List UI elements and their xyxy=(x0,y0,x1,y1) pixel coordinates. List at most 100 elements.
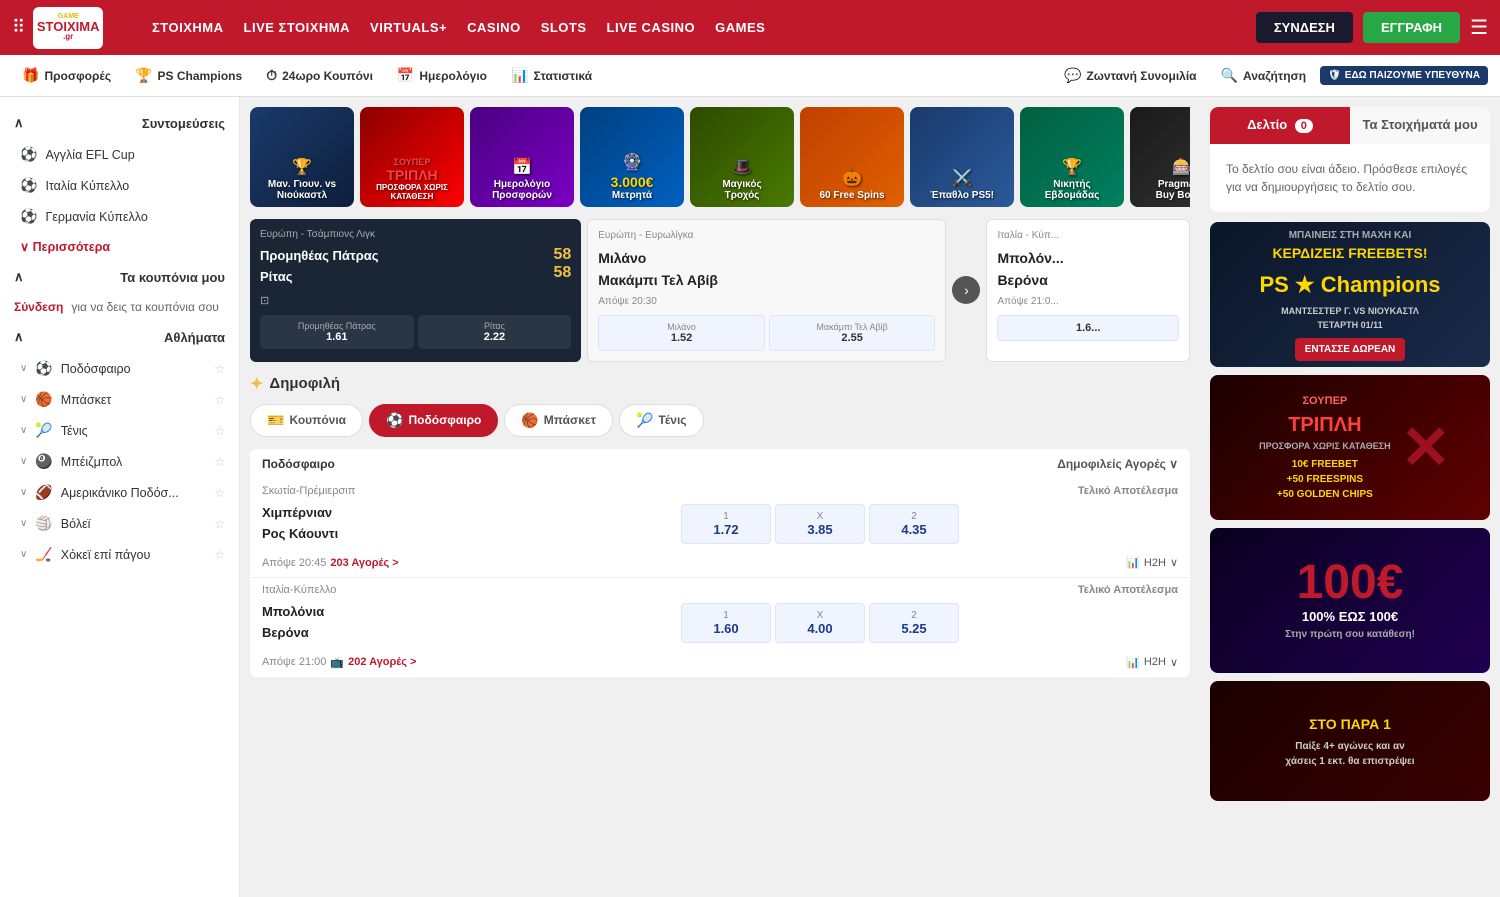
match-2-odd-1[interactable]: 1 1.60 xyxy=(681,603,771,643)
promo-card-magic[interactable]: 🎩 ΜαγικόςΤροχός xyxy=(690,107,794,207)
banner-ps-champions[interactable]: ΜΠΑΙΝΕΙΣ ΣΤΗ ΜΑΧΗ ΚΑΙ ΚΕΡΔΙΖΕΙΣ FREEBETS… xyxy=(1210,222,1490,367)
americanfb-star-icon[interactable]: ☆ xyxy=(214,486,225,500)
sidebar-item-hockey[interactable]: ∨ 🏒 Χόκεϊ επί πάγου ☆ xyxy=(0,539,239,570)
nav-live-casino[interactable]: LIVE CASINO xyxy=(607,20,696,35)
my-bets-label: Τα Στοιχήματά μου xyxy=(1362,117,1477,132)
banner-ps-text: ΜΠΑΙΝΕΙΣ ΣΤΗ ΜΑΧΗ ΚΑΙ ΚΕΡΔΙΖΕΙΣ FREEBETS… xyxy=(1249,222,1450,367)
banner-100-bonus[interactable]: 100€ 100% ΕΩΣ 100€ Στην πρώτη σου κατάθε… xyxy=(1210,528,1490,673)
champions-title: Μαν. Γιουν. vsΝιούκαστλ xyxy=(268,179,336,201)
winner-icon: 🏆 xyxy=(1062,157,1082,177)
trick-title: 60 Free Spins xyxy=(819,190,884,201)
betslip-tab-my-bets[interactable]: Τα Στοιχήματά μου xyxy=(1350,107,1490,144)
match-1-odd-2[interactable]: 2 4.35 xyxy=(869,504,959,544)
sidebar-more-shortcuts[interactable]: ∨ Περισσότερα xyxy=(0,232,239,261)
battles-title: Έπαθλο PS5! xyxy=(930,190,994,201)
site-logo[interactable]: GAME STOIXIMA .gr xyxy=(33,7,103,49)
betslip-tab-active[interactable]: Δελτίο 0 xyxy=(1210,107,1350,144)
football-section-title: Ποδόσφαιρο xyxy=(262,457,335,471)
hamburger-icon[interactable]: ☰ xyxy=(1470,15,1488,40)
volleyball-star-icon[interactable]: ☆ xyxy=(214,517,225,531)
match-1-odd-1[interactable]: 1 1.72 xyxy=(681,504,771,544)
live-indicator: ⊡ xyxy=(260,294,571,307)
sports-header[interactable]: ∧ Αθλήματα xyxy=(0,321,239,353)
sidebar-item-football[interactable]: ∨ ⚽ Ποδόσφαιρο ☆ xyxy=(0,353,239,384)
match-1-odd-x[interactable]: X 3.85 xyxy=(775,504,865,544)
promo-card-battles-inner: ⚔️ Έπαθλο PS5! xyxy=(910,107,1014,207)
odds-btn-milano[interactable]: Μιλάνο 1.52 xyxy=(598,315,765,351)
coupons-tab-label: Κουπόνια xyxy=(289,413,346,427)
match-2-odd-2[interactable]: 2 5.25 xyxy=(869,603,959,643)
match-2-markets-link[interactable]: 202 Αγορές > xyxy=(348,656,416,668)
sidebar-item-efl[interactable]: ⚽ Αγγλία EFL Cup xyxy=(0,139,239,170)
nav-live-stoixima[interactable]: LIVE ΣΤΟΙΧΗΜΑ xyxy=(244,20,351,35)
subnav-ps-champions[interactable]: 🏆 PS Champions xyxy=(125,55,252,97)
match-2-h2h[interactable]: 📊 H2H ∨ xyxy=(1126,656,1178,669)
sidebar-item-baseball[interactable]: ∨ 🎱 Μπέιζμπολ ☆ xyxy=(0,446,239,477)
banner-para1[interactable]: ΣΤΟ ΠΑΡΑ 1 Παίξε 4+ αγώνες και ανχάσεις … xyxy=(1210,681,1490,801)
sidebar-item-american-football[interactable]: ∨ 🏈 Αμερικάνικο Ποδόσ... ☆ xyxy=(0,477,239,508)
baseball-star-icon[interactable]: ☆ xyxy=(214,455,225,469)
odds-btn-bologna-3[interactable]: 1.6... xyxy=(997,315,1179,341)
tennis-star-icon[interactable]: ☆ xyxy=(214,424,225,438)
promo-card-pragmatic[interactable]: 🎰 PragmaticBuy Bonus xyxy=(1130,107,1190,207)
tab-football[interactable]: ⚽ Ποδόσφαιρο xyxy=(369,404,498,437)
subnav-calendar[interactable]: 📅 Ημερολόγιο xyxy=(387,55,497,97)
tab-basketball[interactable]: 🏀 Μπάσκετ xyxy=(504,404,613,437)
volleyball-label: Βόλεϊ xyxy=(61,517,91,531)
football-star-icon[interactable]: ☆ xyxy=(214,362,225,376)
sidebar-item-italy-cup[interactable]: ⚽ Ιταλία Κύπελλο xyxy=(0,170,239,201)
subnav-offers[interactable]: 🎁 Προσφορές xyxy=(12,55,121,97)
match-2-odd-x[interactable]: X 4.00 xyxy=(775,603,865,643)
promo-card-champions[interactable]: 🏆 Μαν. Γιουν. vsΝιούκαστλ xyxy=(250,107,354,207)
coupons-login-link[interactable]: Σύνδεση xyxy=(14,300,63,314)
odds-btn-prometeas[interactable]: Προμηθέας Πάτρας 1.61 xyxy=(260,315,414,349)
match-1-label-2: 2 xyxy=(874,511,954,522)
register-button[interactable]: ΕΓΓΡΑΦΗ xyxy=(1363,12,1460,43)
basketball-star-icon[interactable]: ☆ xyxy=(214,393,225,407)
match-1-h2h[interactable]: 📊 H2H ∨ xyxy=(1126,556,1178,569)
h2h-chevron-2: ∨ xyxy=(1170,656,1178,669)
login-button[interactable]: ΣΥΝΔΕΣΗ xyxy=(1256,12,1353,43)
nav-casino[interactable]: CASINO xyxy=(467,20,521,35)
nav-slots[interactable]: SLOTS xyxy=(541,20,587,35)
shortcuts-header[interactable]: ∧ Συντομεύσεις xyxy=(0,107,239,139)
popular-markets-dropdown[interactable]: Δημοφιλείς Αγορές ∨ xyxy=(1057,457,1178,471)
sidebar-item-germany-cup[interactable]: ⚽ Γερμανία Κύπελλο xyxy=(0,201,239,232)
promo-card-trick[interactable]: 🎃 60 Free Spins xyxy=(800,107,904,207)
live-card-3-league: Ιταλία - Κύπ... xyxy=(997,230,1179,241)
live-card-1-scores: 58 58 xyxy=(553,246,571,282)
banner-super-triple[interactable]: ΣΟΥΠΕΡ ΤΡΙΠΛΗ ΠΡΟΣΦΟΡΑ ΧΩΡΙΣ ΚΑΤΑΘΕΣΗ 10… xyxy=(1210,375,1490,520)
odds-btn-ritas[interactable]: Ρίτας 2.22 xyxy=(418,315,572,349)
match-2-right-info: 📊 H2H ∨ xyxy=(1126,656,1178,669)
tab-tennis[interactable]: 🎾 Τένις xyxy=(619,404,704,437)
subnav-24h-coupon[interactable]: ⏱ 24ωρο Κουπόνι xyxy=(256,55,383,97)
tab-coupons[interactable]: 🎫 Κουπόνια xyxy=(250,404,363,437)
subnav-calendar-label: Ημερολόγιο xyxy=(419,69,487,83)
promo-card-triple[interactable]: ΣΟΥΠΕΡ ΤΡΙΠΛΗ ΠΡΟΣΦΟΡΑ ΧΩΡΙΣ ΚΑΤΑΘΕΣΗ xyxy=(360,107,464,207)
odds-btn-maccabi[interactable]: Μακάμπι Τελ Αβίβ 2.55 xyxy=(769,315,936,351)
nav-stoixima[interactable]: ΣΤΟΙΧΗΜΑ xyxy=(152,20,224,35)
grid-icon[interactable]: ⠿ xyxy=(12,17,25,38)
sidebar-item-volleyball[interactable]: ∨ 🏐 Βόλεϊ ☆ xyxy=(0,508,239,539)
coupons-login-prompt: Σύνδεση για να δεις τα κουπόνια σου xyxy=(0,293,239,321)
banner-para1-sub: Παίξε 4+ αγώνες και ανχάσεις 1 εκτ. θα ε… xyxy=(1285,739,1414,769)
subnav-live-chat[interactable]: 💬 Ζωντανή Συνομιλία xyxy=(1054,55,1207,97)
promo-card-winner[interactable]: 🏆 ΝικητήςΕβδομάδας xyxy=(1020,107,1124,207)
chevron-down-americanfb: ∨ xyxy=(20,487,27,498)
chevron-down-shortcuts: ∨ xyxy=(20,240,33,254)
promo-card-calendar[interactable]: 📅 ΗμερολόγιοΠροσφορών xyxy=(470,107,574,207)
hockey-star-icon[interactable]: ☆ xyxy=(214,548,225,562)
banner-ps-cta[interactable]: ΕΝΤΑΣΣΕ ΔΩΡΕΑΝ xyxy=(1295,338,1406,361)
sidebar-item-basketball[interactable]: ∨ 🏀 Μπάσκετ ☆ xyxy=(0,384,239,415)
nav-games[interactable]: GAMES xyxy=(715,20,765,35)
subnav-search[interactable]: 🔍 Αναζήτηση xyxy=(1211,55,1317,97)
nav-virtuals[interactable]: VIRTUALS+ xyxy=(370,20,447,35)
subnav-stats[interactable]: 📊 Στατιστικά xyxy=(501,55,602,97)
betslip-panel: Δελτίο 0 Τα Στοιχήματά μου Το δελτίο σου… xyxy=(1210,107,1490,212)
my-coupons-header[interactable]: ∧ Τα κουπόνια μου xyxy=(0,261,239,293)
promo-card-battles[interactable]: ⚔️ Έπαθλο PS5! xyxy=(910,107,1014,207)
promo-card-wheel[interactable]: 🎡 3.000€ Μετρητά xyxy=(580,107,684,207)
sidebar-item-tennis[interactable]: ∨ 🎾 Τένις ☆ xyxy=(0,415,239,446)
live-cards-next-button[interactable]: › xyxy=(952,276,980,304)
match-1-markets-link[interactable]: 203 Αγορές > xyxy=(330,557,398,569)
